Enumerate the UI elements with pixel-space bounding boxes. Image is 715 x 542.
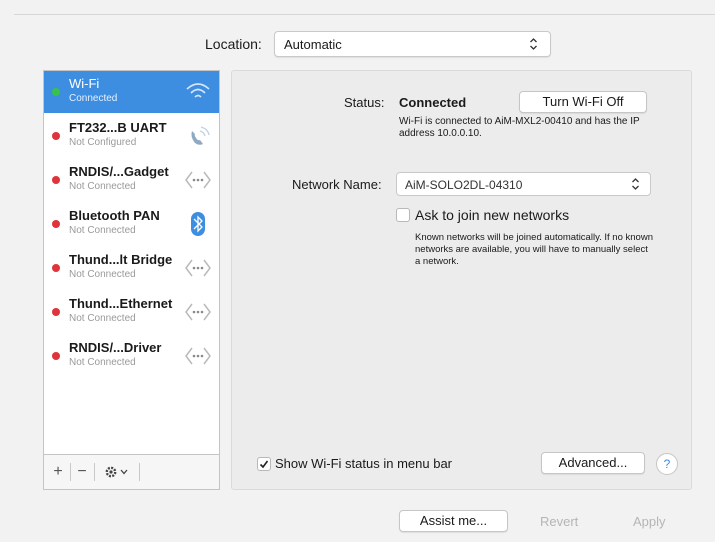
service-item[interactable]: Bluetooth PAN Not Connected	[44, 203, 219, 245]
service-item[interactable]: Thund...lt Bridge Not Connected	[44, 247, 219, 289]
ask-join-checkbox[interactable]	[396, 208, 410, 222]
revert-button[interactable]: Revert	[540, 514, 578, 529]
network-name-select[interactable]: AiM-SOLO2DL-04310	[396, 172, 651, 196]
service-name: RNDIS/...Gadget	[69, 164, 169, 179]
ask-join-description: Known networks will be joined automatica…	[415, 232, 653, 267]
location-select[interactable]: Automatic	[274, 31, 551, 57]
service-status: Not Connected	[69, 313, 136, 324]
ethernet-arrows-icon	[183, 342, 213, 370]
service-item[interactable]: RNDIS/...Driver Not Connected	[44, 335, 219, 377]
service-status: Not Connected	[69, 269, 136, 280]
phone-icon	[183, 122, 213, 150]
remove-service-button[interactable]: −	[72, 461, 92, 483]
status-description: Wi-Fi is connected to AiM-MXL2-00410 and…	[399, 116, 640, 139]
status-dot	[52, 176, 60, 184]
location-label: Location:	[205, 36, 262, 52]
network-name-value: AiM-SOLO2DL-04310	[405, 178, 523, 192]
location-value: Automatic	[284, 37, 342, 52]
divider	[139, 463, 140, 481]
service-item[interactable]: Wi-Fi Connected	[44, 71, 219, 113]
service-name: RNDIS/...Driver	[69, 340, 162, 355]
service-list: Wi-Fi Connected FT232...B UART Not Configur…	[43, 70, 220, 490]
show-status-label: Show Wi-Fi status in menu bar	[275, 456, 453, 471]
ethernet-arrows-icon	[183, 166, 213, 194]
action-menu-button[interactable]	[97, 461, 137, 483]
service-status: Connected	[69, 93, 118, 104]
advanced-button[interactable]: Advanced...	[541, 452, 645, 474]
service-name: Bluetooth PAN	[69, 208, 160, 223]
chevron-updown-icon	[530, 38, 537, 50]
status-dot	[52, 132, 60, 140]
status-dot	[52, 220, 60, 228]
divider	[70, 463, 71, 481]
status-value: Connected	[399, 95, 467, 110]
status-dot	[52, 308, 60, 316]
status-label: Status:	[344, 95, 385, 110]
service-item[interactable]: RNDIS/...Gadget Not Connected	[44, 159, 219, 201]
status-dot	[52, 264, 60, 272]
service-name: FT232...B UART	[69, 120, 167, 135]
service-item[interactable]: FT232...B UART Not Configured	[44, 115, 219, 157]
assist-me-button[interactable]: Assist me...	[399, 510, 508, 532]
network-name-label: Network Name:	[292, 177, 382, 192]
gear-icon	[105, 466, 128, 478]
service-status: Not Connected	[69, 181, 136, 192]
service-name: Wi-Fi	[69, 76, 100, 91]
turn-wifi-off-button[interactable]: Turn Wi-Fi Off	[519, 91, 647, 113]
chevron-updown-icon	[632, 178, 639, 190]
service-name: Thund...Ethernet	[69, 296, 173, 311]
help-button[interactable]: ?	[656, 453, 678, 475]
divider	[14, 14, 715, 15]
ask-join-label: Ask to join new networks	[415, 207, 570, 223]
ethernet-arrows-icon	[183, 254, 213, 282]
checkmark-icon	[259, 460, 269, 469]
status-dot	[52, 88, 60, 96]
service-status: Not Connected	[69, 225, 136, 236]
show-status-checkbox[interactable]	[257, 457, 271, 471]
wifi-icon	[183, 78, 213, 106]
service-item[interactable]: Thund...Ethernet Not Connected	[44, 291, 219, 333]
service-name: Thund...lt Bridge	[69, 252, 173, 267]
status-dot	[52, 352, 60, 360]
bluetooth-icon	[183, 210, 213, 238]
divider	[94, 463, 95, 481]
service-status: Not Configured	[69, 137, 137, 148]
ethernet-arrows-icon	[183, 298, 213, 326]
service-status: Not Connected	[69, 357, 136, 368]
service-list-toolbar: + −	[43, 454, 220, 490]
add-service-button[interactable]: +	[48, 461, 68, 483]
apply-button[interactable]: Apply	[633, 514, 666, 529]
